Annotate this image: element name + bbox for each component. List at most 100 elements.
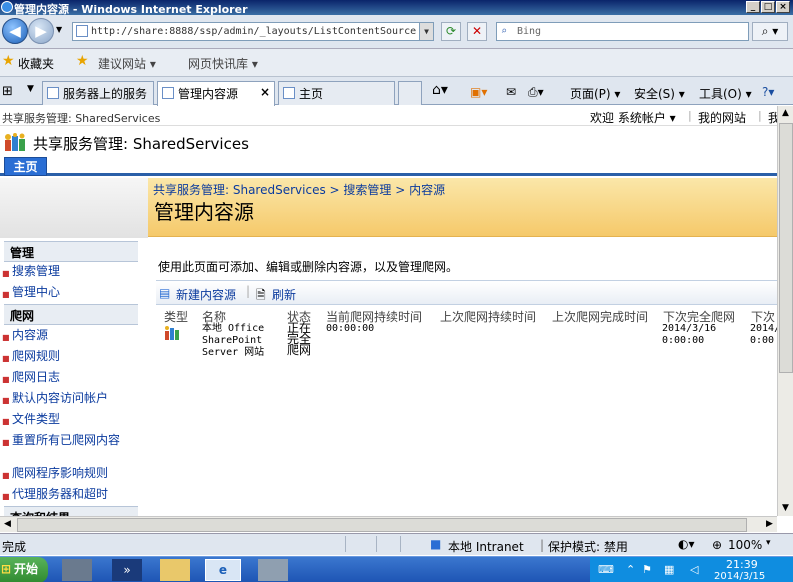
nav-item-crawler-impact-rules[interactable]: 爬网程序影响规则 — [2, 467, 108, 483]
divider: | — [758, 109, 762, 122]
horizontal-scroll-thumb[interactable] — [17, 518, 747, 532]
system-tray: ⌨ ⌃ ⚑ ▦ ◁ 21:39 2014/3/15 — [590, 557, 793, 582]
favorites-label[interactable]: 收藏夹 — [18, 55, 54, 72]
nav-item-crawl-rules[interactable]: 爬网规则 — [2, 350, 60, 366]
tab-server-services[interactable]: 服务器上的服务 — [42, 81, 154, 105]
zoom-icon[interactable]: ⊕ — [712, 538, 722, 552]
tab-home[interactable]: 主页 — [278, 81, 395, 105]
vertical-scrollbar[interactable]: ▲ ▼ — [777, 106, 793, 516]
home-icon[interactable]: ⌂▾ — [432, 82, 448, 98]
web-slice-gallery-link[interactable]: 网页快讯库 ▾ — [188, 55, 258, 72]
nav-item-file-types[interactable]: 文件类型 — [2, 413, 60, 429]
refresh-icon[interactable]: ⟳ — [441, 22, 461, 41]
nav-item-default-access-account[interactable]: 默认内容访问帐户 — [2, 392, 108, 408]
search-button[interactable]: ⌕ ▾ — [752, 22, 788, 41]
list-toolbar: ▤ 新建内容源 | 🗎 刷新 — [156, 280, 777, 305]
tab-list-icon[interactable]: ▼ — [27, 84, 34, 94]
start-button[interactable]: ⊞ 开始 — [0, 557, 48, 582]
tab-manage-content-sources[interactable]: 管理内容源 × — [157, 81, 275, 106]
new-content-source-button[interactable]: 新建内容源 — [176, 286, 236, 303]
page-title-area: 共享服务管理: SharedServices > 搜索管理 > 内容源 管理内容… — [148, 178, 777, 237]
page-icon — [47, 87, 59, 99]
divider: | — [246, 284, 251, 298]
history-dropdown-icon[interactable]: ▼ — [56, 25, 62, 34]
help-icon[interactable]: ?▾ — [762, 85, 774, 99]
suggested-sites-link[interactable]: 建议网站 ▾ — [98, 55, 156, 72]
quick-tabs-icon[interactable]: ⊞ — [2, 84, 13, 99]
protected-mode[interactable]: 保护模式: 禁用 — [548, 538, 628, 555]
divider: | — [688, 109, 692, 122]
horizontal-scrollbar[interactable]: ◀ ▶ — [0, 516, 777, 532]
site-header: 共享服务管理: SharedServices — [0, 127, 777, 159]
close-tab-icon[interactable]: × — [260, 85, 270, 99]
security-zone[interactable]: 本地 Intranet — [448, 538, 524, 555]
mail-icon[interactable]: ✉ — [506, 85, 516, 99]
scroll-right-icon[interactable]: ▶ — [762, 517, 777, 532]
zoom-level[interactable]: 100% — [728, 538, 762, 552]
scroll-left-icon[interactable]: ◀ — [0, 517, 15, 532]
print-icon[interactable]: ⎙▾ — [528, 85, 544, 100]
settings-gear-icon[interactable] — [258, 559, 288, 581]
row-name-link[interactable]: 本地 Office SharePoint Server 网站 — [202, 323, 268, 359]
minimize-icon[interactable]: _ — [746, 1, 760, 13]
maximize-icon[interactable]: □ — [761, 1, 775, 13]
explorer-icon[interactable] — [160, 559, 190, 581]
nav-item-central-admin[interactable]: 管理中心 — [2, 286, 60, 302]
content-source-type-icon — [165, 326, 179, 340]
col-last-duration[interactable]: 上次爬网持续时间 — [440, 308, 536, 325]
status-text: 完成 — [2, 540, 27, 554]
page-menu[interactable]: 页面(P) ▾ — [570, 85, 620, 102]
nav-item-content-sources[interactable]: 内容源 — [2, 329, 48, 345]
refresh-button[interactable]: 刷新 — [272, 286, 296, 303]
col-last-completed[interactable]: 上次爬网完成时间 — [552, 308, 648, 325]
window-title-bar: 管理内容源 - Windows Internet Explorer _ □ × — [0, 0, 793, 16]
col-type[interactable]: 类型 — [164, 308, 188, 325]
url-dropdown-icon[interactable]: ▼ — [419, 23, 433, 40]
safety-menu[interactable]: 安全(S) ▾ — [634, 85, 685, 102]
url-field[interactable]: http://share:8888/ssp/admin/_layouts/Lis… — [72, 22, 434, 41]
nav-item-proxy-timeout[interactable]: 代理服务器和超时 — [2, 488, 108, 504]
search-input[interactable]: ⌕ Bing — [496, 22, 749, 41]
top-site-link[interactable]: 共享服务管理: SharedServices — [2, 110, 160, 126]
intranet-zone-icon: ■ — [430, 537, 442, 551]
stop-icon[interactable]: ✕ — [467, 22, 487, 41]
nav-item-crawl-log[interactable]: 爬网日志 — [2, 371, 60, 387]
back-button[interactable]: ◀ — [2, 18, 28, 44]
tab-home-page[interactable]: 主页 — [4, 157, 47, 176]
manage-addons-icon[interactable]: ◐▾ — [678, 537, 695, 551]
main-content: 使用此页面可添加、编辑或删除内容源，以及管理爬网。 ▤ 新建内容源 | 🗎 刷新… — [148, 237, 777, 516]
nav-item-search-admin[interactable]: 搜索管理 — [2, 265, 60, 281]
keyboard-icon[interactable]: ⌨ — [598, 563, 614, 576]
flag-icon[interactable]: ⚑ — [642, 563, 652, 576]
network-icon[interactable]: ▦ — [664, 563, 674, 576]
clock-date[interactable]: 2014/3/15 — [714, 571, 765, 582]
favorites-star-icon[interactable]: ★ — [2, 53, 15, 69]
page-icon — [283, 87, 295, 99]
close-icon[interactable]: × — [776, 1, 790, 13]
scroll-up-icon[interactable]: ▲ — [778, 106, 793, 121]
feeds-icon[interactable]: ▣▾ — [470, 85, 487, 99]
volume-icon[interactable]: ◁ — [690, 563, 698, 576]
new-tab-button[interactable] — [398, 81, 422, 105]
my-site-link[interactable]: 我的网站 — [698, 109, 746, 126]
divider — [376, 536, 377, 552]
zoom-dropdown-icon[interactable]: ▾ — [766, 538, 771, 548]
scroll-down-icon[interactable]: ▼ — [778, 501, 793, 516]
internet-explorer-icon[interactable]: e — [205, 559, 241, 581]
page-icon — [162, 87, 174, 99]
nav-item-reset-crawled-content[interactable]: 重置所有已爬网内容 — [2, 434, 122, 450]
add-favorite-icon[interactable]: ★ — [76, 53, 89, 69]
forward-button[interactable]: ▶ — [28, 18, 54, 44]
my-links-link[interactable]: 我 — [768, 109, 777, 126]
vertical-scroll-thumb[interactable] — [779, 123, 793, 373]
tools-menu[interactable]: 工具(O) ▾ — [699, 85, 752, 102]
welcome-menu[interactable]: 欢迎 系统帐户 ▾ — [590, 109, 676, 126]
tray-expand-icon[interactable]: ⌃ — [626, 563, 635, 576]
site-title: 共享服务管理: SharedServices — [33, 135, 249, 153]
powershell-icon[interactable]: » — [112, 559, 142, 581]
taskbar: ⊞ 开始 » e ⌨ ⌃ ⚑ ▦ ◁ 21:39 2014/3/15 — [0, 556, 793, 582]
page-content: 共享服务管理: SharedServices 欢迎 系统帐户 ▾ | 我的网站 … — [0, 106, 777, 516]
clock-time[interactable]: 21:39 — [726, 558, 758, 571]
page-description: 使用此页面可添加、编辑或删除内容源，以及管理爬网。 — [158, 260, 459, 274]
server-manager-icon[interactable] — [62, 559, 92, 581]
